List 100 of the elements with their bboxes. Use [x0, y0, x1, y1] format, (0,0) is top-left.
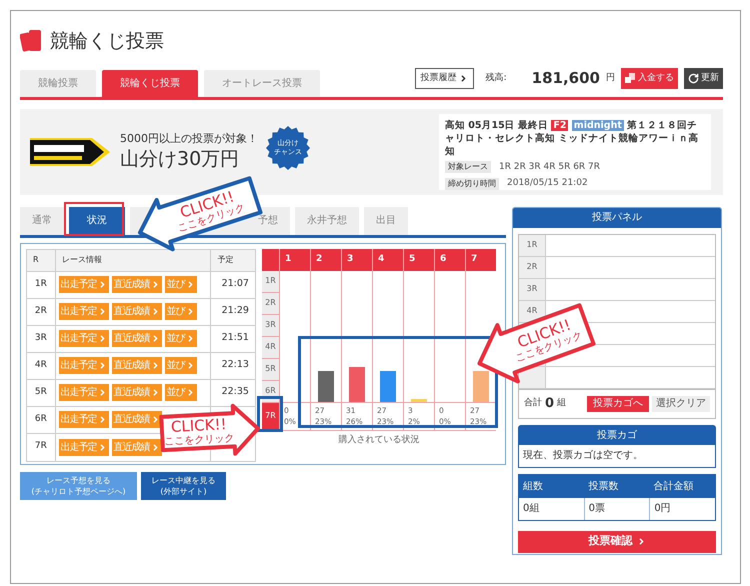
- race-info-button[interactable]: 出走予定: [58, 384, 109, 401]
- link-button[interactable]: レース予想を見る (チャリロト予想ページへ): [20, 472, 137, 500]
- chart-caption: 購入されている状況: [338, 434, 420, 446]
- race-number: 3R: [34, 332, 48, 345]
- chart-row-label[interactable]: 2R: [262, 292, 279, 314]
- confirm-button[interactable]: 投票確認: [518, 530, 716, 552]
- race-info-button[interactable]: 直近成績: [112, 384, 162, 401]
- race-info-button[interactable]: 出走予定: [58, 330, 109, 347]
- column-header: 4: [372, 248, 403, 270]
- column-header: 1: [279, 248, 310, 270]
- grade-badge: F2: [551, 120, 568, 130]
- chevron-icon: [98, 388, 107, 397]
- race-info-button[interactable]: 並び: [164, 303, 197, 320]
- total-value: 0: [545, 394, 554, 413]
- balance-label: 残高:: [486, 72, 508, 84]
- race-info-button[interactable]: 並び: [164, 384, 197, 401]
- cards-icon: [20, 29, 42, 53]
- race-info-button[interactable]: 出走予定: [58, 411, 109, 428]
- banner-note: 5000円以上の投票が対象！: [120, 131, 258, 148]
- chevron-icon: [186, 388, 195, 397]
- main-tab[interactable]: オートレース投票: [204, 70, 320, 96]
- chevron-icon: [98, 307, 107, 316]
- callout-text: ここをクリック: [164, 433, 235, 447]
- basket-button[interactable]: 投票カゴへ: [587, 396, 649, 412]
- starburst-badge: [266, 126, 310, 170]
- deadline: 2018/05/15 21:02: [507, 177, 588, 190]
- column-header: 3: [341, 248, 372, 270]
- target-races: 1R 2R 3R 4R 5R 6R 7R: [499, 160, 600, 174]
- info-label: 締め切り時間: [445, 178, 499, 190]
- column-header: 予定: [216, 254, 234, 266]
- total-unit: 組: [557, 396, 566, 410]
- chevron-icon: [98, 334, 107, 343]
- column-header: 5: [403, 248, 434, 270]
- column-header: 投票数: [587, 480, 620, 494]
- sub-tab[interactable]: 通常: [20, 206, 64, 234]
- race-info-button[interactable]: 直近成績: [112, 411, 162, 428]
- balance-amount: 181,600: [532, 68, 600, 89]
- race-info-button[interactable]: 並び: [164, 276, 197, 293]
- deposit-button[interactable]: 入金する: [621, 68, 678, 89]
- chart-row-label[interactable]: 3R: [262, 314, 279, 336]
- coins-icon: [625, 73, 635, 84]
- info-label: 対象レース: [445, 161, 491, 174]
- chevron-icon: [150, 442, 160, 452]
- race-number: 7R: [34, 440, 48, 454]
- table-cell: 0票: [584, 498, 650, 520]
- column-header: 合計金額: [652, 480, 695, 494]
- chevron-icon: [186, 361, 195, 370]
- race-time: 22:13: [222, 358, 249, 372]
- refresh-icon: [688, 72, 699, 84]
- chart-row-label[interactable]: 4R: [262, 336, 279, 358]
- race-number: 1R: [34, 278, 48, 291]
- chevron-icon: [150, 388, 160, 397]
- sub-tab[interactable]: 永井予想: [295, 206, 359, 234]
- race-info-button[interactable]: 直近成績: [112, 330, 162, 347]
- chevron-icon: [150, 334, 160, 343]
- banner-headline: 山分け30万円: [120, 148, 240, 172]
- table-cell-text: 0組: [522, 502, 540, 516]
- panel-header: 投票パネル: [513, 208, 721, 228]
- chevron-icon: [98, 442, 107, 452]
- race-info-button[interactable]: 直近成績: [112, 276, 162, 293]
- highlight-frame: [64, 202, 124, 236]
- race-info-button[interactable]: 出走予定: [58, 303, 109, 320]
- race-info-button[interactable]: 出走予定: [58, 357, 109, 374]
- main-tab[interactable]: 競輪くじ投票: [102, 70, 198, 96]
- race-info-button[interactable]: 並び: [164, 357, 197, 374]
- chart-row-label[interactable]: 1R: [262, 270, 279, 292]
- clear-button[interactable]: 選択クリア: [652, 396, 710, 412]
- race-info-button[interactable]: 並び: [164, 330, 197, 347]
- chart-row-label[interactable]: 5R: [262, 358, 279, 380]
- link-button[interactable]: レース中継を見る (外部サイト): [141, 472, 226, 500]
- total-label: 合計: [524, 396, 542, 410]
- race-info-button[interactable]: 直近成績: [112, 357, 162, 374]
- race-info-button[interactable]: 直近成績: [112, 438, 162, 456]
- column-header: 6: [434, 248, 465, 270]
- column-header: 2: [310, 248, 341, 270]
- race-label-cell: 2R: [519, 256, 546, 278]
- race-title: 高知 05月15日 最終日 F2 midnight 第１２１８回チャリロト・セレクト高知 ミッドナイト競輪アワーｉｎ高知: [445, 118, 700, 158]
- chevron-icon: [636, 537, 646, 546]
- main-tab[interactable]: 競輪投票: [20, 70, 96, 96]
- sub-tab[interactable]: 状況: [69, 206, 125, 234]
- chevron-icon: [98, 280, 107, 289]
- sub-tab[interactable]: 出目: [364, 206, 408, 234]
- refresh-button[interactable]: 更新: [684, 68, 723, 89]
- race-info-button[interactable]: 直近成績: [112, 303, 162, 320]
- chevron-icon: [98, 415, 107, 424]
- race-info-button[interactable]: 出走予定: [58, 276, 109, 293]
- race-info-button[interactable]: 出走予定: [58, 438, 109, 456]
- race-number: 4R: [34, 358, 48, 372]
- chevron-icon: [186, 280, 195, 289]
- balance-unit: 円: [606, 72, 615, 84]
- race-time: 21:51: [222, 331, 249, 346]
- race-time: 21:07: [222, 277, 249, 292]
- column-header: 7: [465, 248, 496, 270]
- chevron-icon: [150, 415, 160, 424]
- tag-badge: midnight: [572, 120, 624, 130]
- chart-row-label[interactable]: 7R: [262, 402, 279, 430]
- history-button[interactable]: 投票履歴: [414, 68, 474, 89]
- chevron-icon: [186, 307, 195, 316]
- race-number: 5R: [34, 386, 48, 399]
- race-label-cell: 1R: [519, 234, 546, 256]
